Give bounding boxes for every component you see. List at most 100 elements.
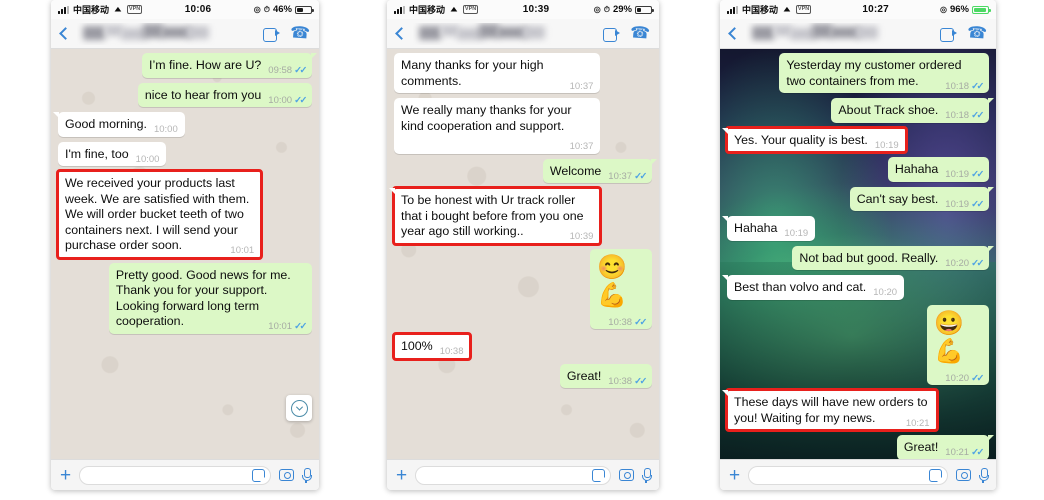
chat-header: ☎ <box>387 19 659 49</box>
back-button[interactable] <box>728 27 741 40</box>
sticker-icon[interactable] <box>252 468 265 482</box>
sticker-icon[interactable] <box>929 468 942 482</box>
message-time: 09:58 <box>268 65 293 76</box>
message-bubble[interactable]: Many thanks for your high comments. 10:37 <box>394 53 601 93</box>
emoji-content: 😊💪 <box>597 253 630 309</box>
message-time: 10:19 <box>874 139 899 151</box>
message-bubble[interactable]: 😀💪 10:20 ✓✓ <box>927 304 989 385</box>
message-bubble[interactable]: Pretty good. Good news for me. Thank you… <box>108 262 312 335</box>
message-time: 10:38 <box>608 375 633 387</box>
message-meta: 10:01 ✓✓ <box>268 319 307 335</box>
message-bubble[interactable]: Best than volvo and cat. 10:20 <box>721 275 905 300</box>
contact-name-blurred[interactable] <box>746 23 933 45</box>
message-input-field[interactable] <box>748 465 948 485</box>
message-text-input[interactable] <box>85 469 252 481</box>
carrier-label: 中国移动 <box>409 5 446 15</box>
phone-call-icon[interactable]: ☎ <box>290 24 311 42</box>
message-time: 10:19 <box>945 198 970 210</box>
phone-3: 中国移动 ▲ VPN 10:27 ◎ 96% ☎ Yesterday my customer … <box>720 0 996 490</box>
message-time: 10:20 <box>873 287 898 298</box>
message-bubble[interactable]: We really many thanks for your kind coop… <box>394 98 601 154</box>
message-bubble[interactable]: Can't say best. 10:19 ✓✓ <box>849 186 995 213</box>
message-time: 10:38 <box>439 346 464 357</box>
message-bubble[interactable]: Hahaha 10:19 <box>721 216 816 242</box>
message-meta: 10:39 <box>570 229 594 245</box>
carrier-label: 中国移动 <box>73 5 110 15</box>
contact-name-blurred[interactable] <box>77 23 256 45</box>
message-text: I'm fine, too <box>65 146 129 161</box>
chat-body: Many thanks for your high comments. 10:37… <box>387 49 659 459</box>
header-icons: ☎ <box>603 24 651 42</box>
plus-icon[interactable]: + <box>60 466 71 485</box>
read-receipt-icon: ✓✓ <box>971 110 984 121</box>
location-services-icon: ◎ <box>253 4 261 14</box>
message-bubble[interactable]: These days will have new orders to you! … <box>722 388 939 432</box>
microphone-icon[interactable] <box>642 468 652 483</box>
message-time: 10:38 <box>608 316 633 328</box>
message-bubble[interactable]: About Track shoe. 10:18 ✓✓ <box>831 98 994 123</box>
phone-call-icon[interactable]: ☎ <box>967 24 988 42</box>
message-bubble[interactable]: To be honest with Ur track roller that i… <box>388 186 603 246</box>
camera-icon[interactable] <box>279 469 294 481</box>
read-receipt-icon: ✓✓ <box>971 169 984 180</box>
message-bubble[interactable]: We received your products last week. We … <box>55 169 264 260</box>
message-text: We received your products last week. We … <box>65 176 250 252</box>
message-bubble[interactable]: Welcome 10:37 ✓✓ <box>542 158 658 183</box>
scroll-to-bottom-button[interactable] <box>286 395 312 421</box>
message-bubble[interactable]: Not bad but good. Really. 10:20 ✓✓ <box>792 245 994 272</box>
message-bubble[interactable]: 😊💪 10:38 ✓✓ <box>590 248 652 329</box>
read-receipt-icon: ✓✓ <box>634 375 647 387</box>
message-time: 10:18 <box>945 80 970 92</box>
video-call-icon[interactable] <box>603 27 621 42</box>
message-bubble[interactable]: Yes. Your quality is best. 10:19 <box>722 125 908 154</box>
message-time: 10:21 <box>945 447 970 458</box>
read-receipt-icon: ✓✓ <box>971 198 984 210</box>
message-time: 10:19 <box>945 169 970 180</box>
phone-call-icon[interactable]: ☎ <box>630 24 651 42</box>
message-time: 10:00 <box>135 153 160 165</box>
signal-bars-icon <box>727 5 738 14</box>
message-list: Yesterday my customer ordered two contai… <box>721 53 995 459</box>
message-input-field[interactable] <box>79 465 271 485</box>
plus-icon[interactable]: + <box>729 466 740 485</box>
camera-icon[interactable] <box>619 469 634 481</box>
message-meta: 10:19 <box>784 226 808 242</box>
message-bubble[interactable]: 100% 10:38 <box>391 332 473 361</box>
microphone-icon[interactable] <box>979 468 989 483</box>
message-meta: 10:19 ✓✓ <box>945 197 984 213</box>
battery-icon <box>295 5 314 14</box>
message-bubble[interactable]: Yesterday my customer ordered two contai… <box>779 53 989 93</box>
message-meta: 10:01 <box>230 243 254 259</box>
read-receipt-icon: ✓✓ <box>634 316 647 328</box>
contact-name-blurred[interactable] <box>413 23 596 45</box>
message-text-input[interactable] <box>754 469 929 481</box>
message-meta: 10:38 ✓✓ <box>608 374 647 390</box>
message-time: 10:20 <box>945 372 970 384</box>
message-text-input[interactable] <box>421 469 592 481</box>
message-bubble[interactable]: I'm fine, too 10:00 <box>58 141 167 166</box>
message-bubble[interactable]: Good morning. 10:00 <box>53 112 185 137</box>
video-call-icon[interactable] <box>263 27 281 42</box>
message-time: 10:37 <box>608 170 633 182</box>
status-clock: 10:27 <box>862 4 889 15</box>
message-bubble[interactable]: Hahaha 10:19 ✓✓ <box>887 157 989 182</box>
message-text: Best than volvo and cat. <box>734 280 867 294</box>
battery-percent-label: 29% <box>612 4 632 15</box>
message-input-field[interactable] <box>415 465 611 485</box>
chat-body: Yesterday my customer ordered two contai… <box>720 49 996 459</box>
message-text: Pretty good. Good news for me. Thank you… <box>115 267 291 329</box>
microphone-icon[interactable] <box>302 468 312 483</box>
plus-icon[interactable]: + <box>396 466 407 485</box>
message-text: Great! <box>566 368 602 383</box>
back-button[interactable] <box>395 27 408 40</box>
camera-icon[interactable] <box>956 469 971 481</box>
message-bubble[interactable]: Great! 10:21 ✓✓ <box>896 435 995 459</box>
message-bubble[interactable]: nice to hear from you 10:00 ✓✓ <box>137 82 312 107</box>
video-call-icon[interactable] <box>940 27 958 42</box>
message-bubble[interactable]: Great! 10:38 ✓✓ <box>559 363 652 390</box>
sticker-icon[interactable] <box>592 468 605 482</box>
message-meta: 10:20 ✓✓ <box>945 256 984 272</box>
back-button[interactable] <box>59 27 72 40</box>
message-bubble[interactable]: I’m fine. How are U? 09:58 ✓✓ <box>142 53 317 78</box>
message-text: Great! <box>903 440 939 454</box>
